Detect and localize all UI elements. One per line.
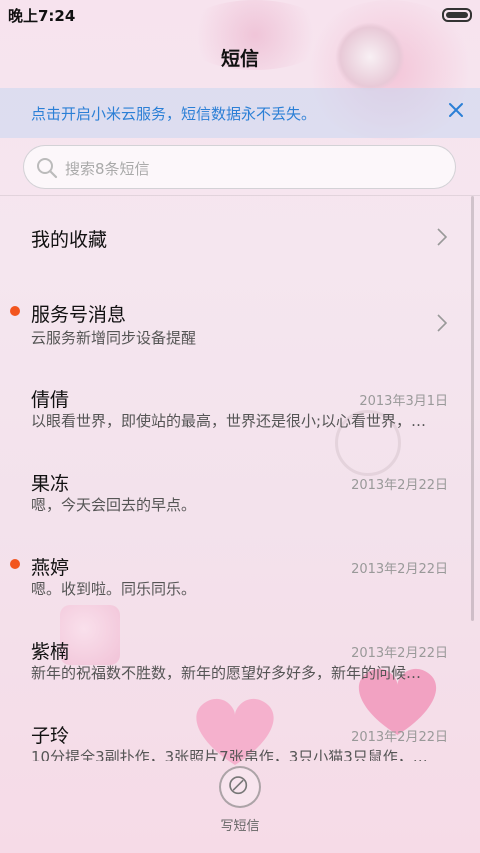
- scrollbar[interactable]: [471, 196, 474, 621]
- search-input[interactable]: 搜索8条短信: [23, 145, 456, 189]
- message-preview: 嗯，今天会回去的早点。: [31, 496, 197, 514]
- message-preview: 嗯。收到啦。同乐同乐。: [31, 580, 197, 598]
- message-preview: 以眼看世界，即使站的最高，世界还是很小;以心看世界，…: [31, 412, 427, 430]
- item-name: 服务号消息: [31, 304, 127, 326]
- conversation-item[interactable]: 紫楠 2013年2月22日 新年的祝福数不胜数，新年的愿望好多好多，新年的问候…: [0, 625, 470, 685]
- conversation-date: 2013年2月22日: [351, 730, 448, 745]
- chevron-right-icon: [437, 228, 447, 246]
- message-preview: 新年的祝福数不胜数，新年的愿望好多好多，新年的问候…: [31, 664, 422, 682]
- contact-name: 果冻: [31, 473, 70, 495]
- cloud-service-banner[interactable]: 点击开启小米云服务，短信数据永不丢失。: [0, 88, 480, 138]
- compose-label[interactable]: 写短信: [0, 815, 480, 834]
- search-icon: [37, 158, 58, 179]
- item-preview: 云服务新增同步设备提醒: [31, 329, 197, 347]
- cloud-banner-text[interactable]: 点击开启小米云服务，短信数据永不丢失。: [31, 103, 316, 124]
- favorites-item[interactable]: 我的收藏: [0, 215, 470, 260]
- conversation-item[interactable]: 倩倩 2013年3月1日 以眼看世界，即使站的最高，世界还是很小;以心看世界，…: [0, 373, 470, 433]
- divider: [0, 195, 480, 196]
- compose-button[interactable]: [219, 766, 261, 808]
- contact-name: 燕婷: [31, 557, 70, 579]
- status-time: 晚上7:24: [8, 7, 76, 25]
- conversation-item[interactable]: 子玲 2013年2月22日 10分提全3副扑作，3张照片7张帛作，3只小猫3只鼠…: [0, 709, 470, 761]
- item-name: 我的收藏: [31, 229, 108, 251]
- unread-dot: [10, 559, 20, 569]
- contact-name: 倩倩: [31, 389, 70, 411]
- close-icon[interactable]: [448, 102, 464, 118]
- status-bar: 晚上7:24: [0, 0, 480, 28]
- battery-icon: [442, 8, 472, 22]
- conversation-date: 2013年2月22日: [351, 646, 448, 661]
- chevron-right-icon: [437, 314, 447, 332]
- search-placeholder: 搜索8条短信: [65, 160, 150, 178]
- conversation-date: 2013年2月22日: [351, 562, 448, 577]
- unread-dot: [10, 306, 20, 316]
- conversation-date: 2013年2月22日: [351, 478, 448, 493]
- page-title: 短信: [220, 48, 259, 70]
- message-preview: 10分提全3副扑作，3张照片7张帛作，3只小猫3只鼠作，…: [31, 748, 428, 761]
- contact-name: 子玲: [31, 725, 70, 747]
- contact-name: 紫楠: [31, 641, 70, 663]
- conversation-date: 2013年3月1日: [359, 394, 448, 409]
- conversation-item[interactable]: 燕婷 2013年2月22日 嗯。收到啦。同乐同乐。: [0, 541, 470, 601]
- service-messages-item[interactable]: 服务号消息 云服务新增同步设备提醒: [0, 290, 470, 350]
- conversation-item[interactable]: 果冻 2013年2月22日 嗯，今天会回去的早点。: [0, 457, 470, 517]
- pen-icon: [229, 776, 248, 795]
